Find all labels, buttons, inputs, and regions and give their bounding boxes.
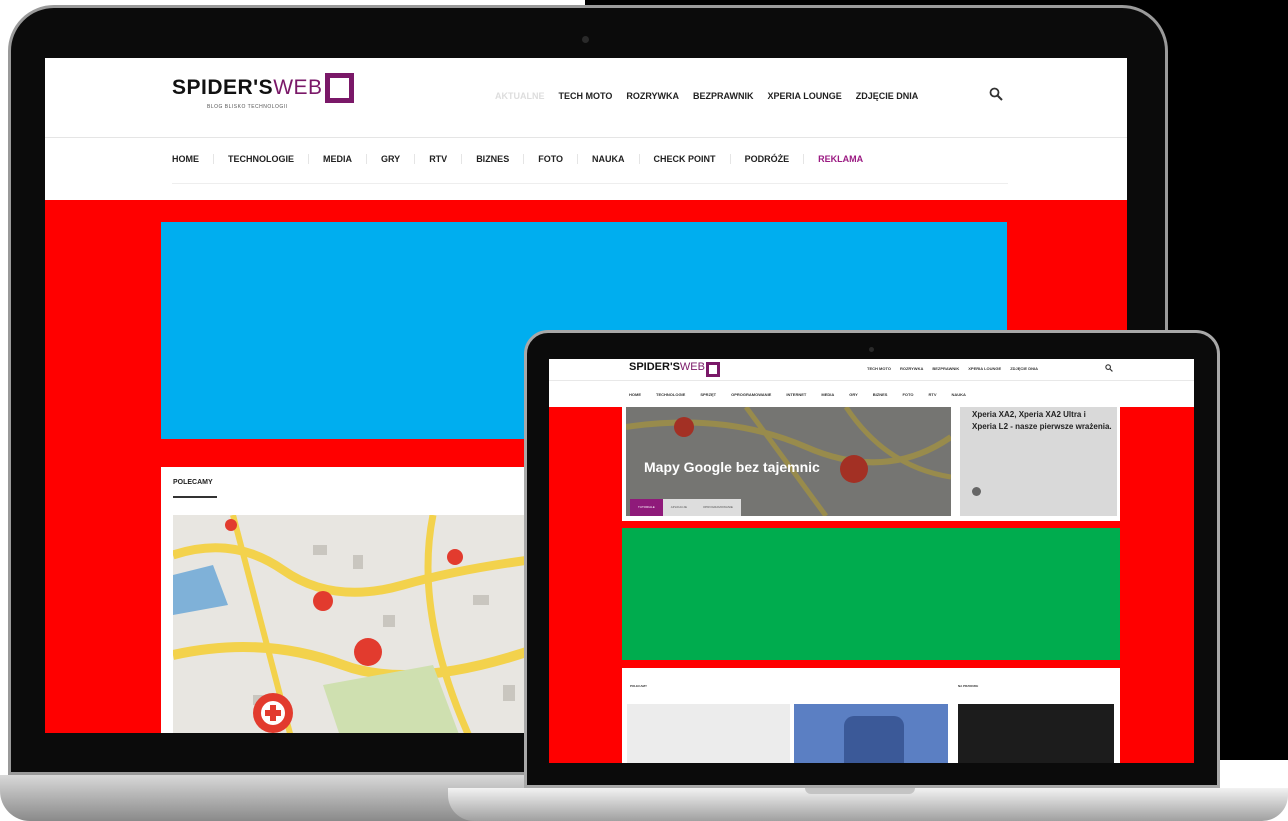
nav-item-home[interactable]: HOME xyxy=(629,392,641,397)
top-nav-item-aktualne[interactable]: AKTUALNE xyxy=(495,91,545,101)
nav-item-podroze[interactable]: PODRÓŻE xyxy=(745,154,805,164)
logo-word-2: WEB xyxy=(679,361,705,373)
article-thumbnail-facebook[interactable] xyxy=(794,704,948,763)
hero-title[interactable]: Mapy Google bez tajemnic xyxy=(644,459,820,475)
nav-item-gry[interactable]: GRY xyxy=(849,392,858,397)
nav-item-media[interactable]: MEDIA xyxy=(821,392,834,397)
hero-tags: TUTORIALE APLIKACJE OPROGRAMOWANIE xyxy=(630,499,741,516)
main-nav: HOME TECHNOLOGIE SPRZĘT OPROGRAMOWANIE I… xyxy=(629,392,966,397)
search-icon[interactable] xyxy=(989,87,1003,101)
side-article-title[interactable]: Xperia XA2, Xperia XA2 Ultra i Xperia L2… xyxy=(972,409,1112,433)
article-thumbnail-dark[interactable] xyxy=(958,704,1114,763)
top-nav-item-rozrywka[interactable]: ROZRYWKA xyxy=(900,366,923,371)
nav-item-rtv[interactable]: RTV xyxy=(429,154,463,164)
section-title: POLECAMY xyxy=(173,479,213,486)
nav-divider xyxy=(172,183,1008,184)
nav-item-check-point[interactable]: CHECK POINT xyxy=(654,154,731,164)
site-logo[interactable]: SPIDER'S WEB xyxy=(629,361,720,377)
facebook-icon xyxy=(794,704,948,763)
section-title-recommended: POLECAMY xyxy=(630,684,648,688)
nav-item-biznes[interactable]: BIZNES xyxy=(476,154,525,164)
bottom-section: POLECAMY NA PRZODZIE xyxy=(622,668,1120,763)
nav-item-oprogramowanie[interactable]: OPROGRAMOWANIE xyxy=(731,392,771,397)
tag-tutoriale[interactable]: TUTORIALE xyxy=(630,499,663,516)
nav-item-gry[interactable]: GRY xyxy=(381,154,416,164)
top-nav-item-xperia-lounge[interactable]: XPERIA LOUNGE xyxy=(768,91,842,101)
laptop-notch xyxy=(805,788,915,794)
nav-item-foto[interactable]: FOTO xyxy=(902,392,913,397)
header-divider xyxy=(549,380,1194,381)
top-nav: TECH MOTO ROZRYWKA BEZPRAWNIK XPERIA LOU… xyxy=(867,366,1038,371)
nav-item-biznes[interactable]: BIZNES xyxy=(873,392,888,397)
top-nav-item-bezprawnik[interactable]: BEZPRAWNIK xyxy=(932,366,959,371)
site-tagline: BLOG BLISKO TECHNOLOGII xyxy=(207,104,288,110)
site-header: SPIDER'S WEB TECH MOTO ROZRYWKA BEZPRAWN… xyxy=(549,359,1194,407)
hero-section: Mapy Google bez tajemnic TUTORIALE APLIK… xyxy=(622,407,1120,521)
small-laptop-screen: SPIDER'S WEB TECH MOTO ROZRYWKA BEZPRAWN… xyxy=(549,359,1194,763)
top-nav-item-zdjecie-dnia[interactable]: ZDJĘCIE DNIA xyxy=(856,91,919,101)
logo-word-1: SPIDER'S xyxy=(172,76,274,99)
nav-item-home[interactable]: HOME xyxy=(172,154,214,164)
main-nav: HOME TECHNOLOGIE MEDIA GRY RTV BIZNES FO… xyxy=(172,154,891,164)
logo-word-1: SPIDER'S xyxy=(629,361,680,373)
top-nav-item-rozrywka[interactable]: ROZRYWKA xyxy=(626,91,679,101)
nav-item-nauka[interactable]: NAUKA xyxy=(952,392,966,397)
hero-article[interactable]: Mapy Google bez tajemnic TUTORIALE APLIK… xyxy=(626,407,951,516)
side-article[interactable]: Xperia XA2, Xperia XA2 Ultra i Xperia L2… xyxy=(960,407,1117,516)
avatar xyxy=(972,487,981,496)
map-illustration xyxy=(173,515,573,733)
nav-item-internet[interactable]: INTERNET xyxy=(786,392,806,397)
site-logo[interactable]: SPIDER'S WEB xyxy=(172,73,354,116)
nav-item-foto[interactable]: FOTO xyxy=(538,154,579,164)
camera-icon xyxy=(869,347,874,352)
top-nav-item-bezprawnik[interactable]: BEZPRAWNIK xyxy=(693,91,754,101)
header-divider xyxy=(45,137,1127,138)
nav-item-reklama[interactable]: REKLAMA xyxy=(818,154,877,164)
nav-item-nauka[interactable]: NAUKA xyxy=(592,154,640,164)
top-nav-item-xperia-lounge[interactable]: XPERIA LOUNGE xyxy=(968,366,1001,371)
nav-item-sprzet[interactable]: SPRZĘT xyxy=(700,392,716,397)
nav-item-media[interactable]: MEDIA xyxy=(323,154,368,164)
device-mockup: SPIDER'S WEB BLOG BLISKO TECHNOLOGII AKT… xyxy=(0,0,1288,821)
nav-item-technologie[interactable]: TECHNOLOGIE xyxy=(656,392,685,397)
section-underline xyxy=(173,496,217,498)
section-title-featured: NA PRZODZIE xyxy=(958,684,979,688)
top-nav-item-zdjecie-dnia[interactable]: ZDJĘCIE DNIA xyxy=(1010,366,1038,371)
site-header: SPIDER'S WEB BLOG BLISKO TECHNOLOGII AKT… xyxy=(45,58,1127,200)
article-thumbnail[interactable] xyxy=(627,704,790,763)
top-nav-item-tech-moto[interactable]: TECH MOTO xyxy=(559,91,613,101)
speech-bubble-icon xyxy=(324,73,354,103)
top-nav-item-tech-moto[interactable]: TECH MOTO xyxy=(867,366,891,371)
article-image-map[interactable] xyxy=(173,515,573,733)
speech-bubble-icon xyxy=(705,362,720,377)
camera-icon xyxy=(582,36,589,43)
top-nav: AKTUALNE TECH MOTO ROZRYWKA BEZPRAWNIK X… xyxy=(495,91,918,101)
logo-word-2: WEB xyxy=(273,76,323,99)
nav-item-technologie[interactable]: TECHNOLOGIE xyxy=(228,154,310,164)
nav-item-rtv[interactable]: RTV xyxy=(929,392,937,397)
tag-aplikacje[interactable]: APLIKACJE xyxy=(662,499,695,516)
ad-banner-green[interactable] xyxy=(622,528,1120,660)
side-article-author xyxy=(972,487,981,496)
tag-oprogramowanie[interactable]: OPROGRAMOWANIE xyxy=(694,499,741,516)
search-icon[interactable] xyxy=(1105,364,1113,372)
